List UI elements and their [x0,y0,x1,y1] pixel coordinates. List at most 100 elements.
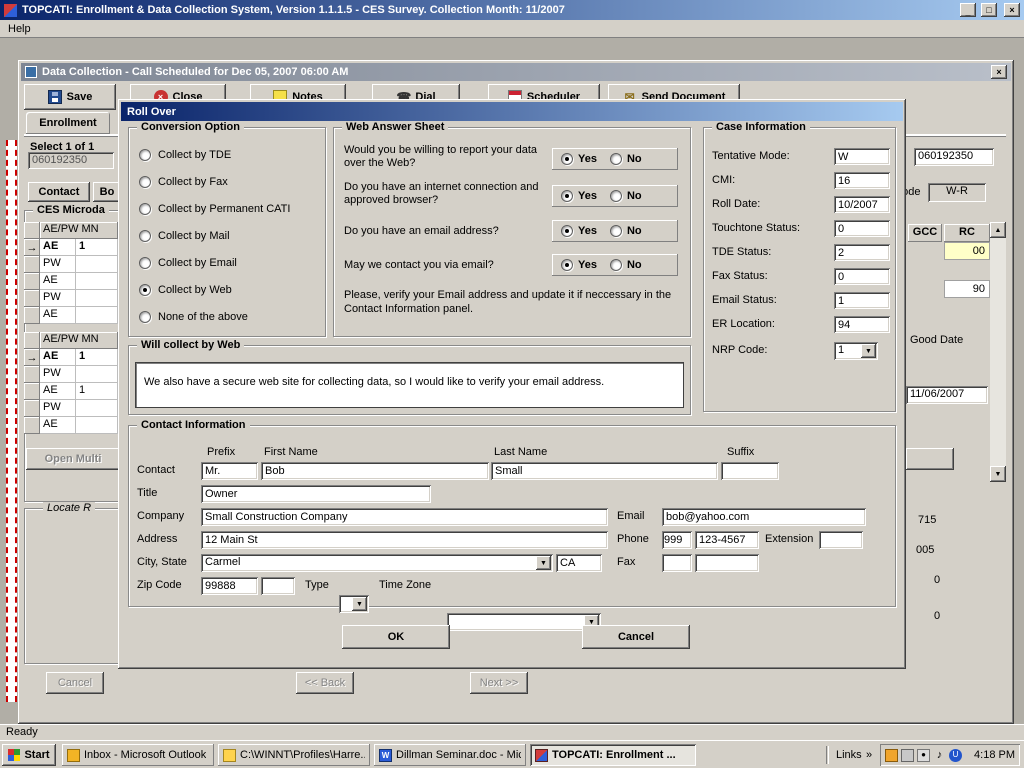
rc-cell-00[interactable]: 00 [944,242,990,260]
chevron-down-icon[interactable]: ▼ [352,597,367,611]
phone-area-input[interactable] [662,531,692,549]
grid-cell[interactable] [76,307,118,324]
grid-cell[interactable]: 1 [76,383,118,400]
tde-status-input[interactable] [834,244,890,261]
grid-cell[interactable]: AE [40,239,76,256]
grid-cell[interactable]: 1 [76,239,118,256]
contact-tab-button[interactable]: Contact [28,182,90,202]
city-select[interactable]: Carmel ▼ [201,554,553,572]
fax-number-input[interactable] [695,554,759,572]
row-selector[interactable] [24,290,40,307]
row-selector[interactable] [24,383,40,400]
child-close-button[interactable]: × [991,65,1007,79]
grid-cell[interactable]: 1 [76,349,118,366]
minimize-button[interactable]: _ [960,3,976,17]
table-row[interactable]: AE [24,307,118,324]
grid-cell[interactable]: AE [40,307,76,324]
grid-cell[interactable] [76,366,118,383]
taskbar-item-word[interactable]: W Dillman Seminar.doc - Mic... [374,744,526,766]
lock-icon[interactable]: ● [917,749,930,762]
roll-date-input[interactable] [834,196,890,213]
cancel-button[interactable]: Cancel [582,625,690,649]
chevron-down-icon[interactable]: ▼ [536,556,551,570]
grid-cell[interactable]: PW [40,256,76,273]
extension-input[interactable] [819,531,863,549]
radio-collect-fax[interactable]: Collect by Fax [139,175,228,189]
phone-number-input[interactable] [695,531,759,549]
chevron-down-icon[interactable]: ▼ [861,344,876,358]
maximize-button[interactable]: □ [981,3,997,17]
row-selector[interactable] [24,307,40,324]
email-status-input[interactable] [834,292,890,309]
row-selector[interactable] [24,366,40,383]
q2-yes-radio[interactable] [561,190,573,202]
radio-none-of-the-above[interactable]: None of the above [139,310,248,324]
q3-no-radio[interactable] [610,225,622,237]
cmi-input[interactable] [834,172,890,189]
taskbar-item-outlook[interactable]: Inbox - Microsoft Outlook [62,744,214,766]
back-button[interactable]: << Back [296,672,354,694]
table-row[interactable]: PW [24,290,118,307]
radio-collect-tde[interactable]: Collect by TDE [139,148,231,162]
q1-yes-radio[interactable] [561,153,573,165]
table-row[interactable]: AE 1 [24,383,118,400]
taskbar-item-explorer[interactable]: C:\WINNT\Profiles\Harre... [218,744,370,766]
state-input[interactable] [556,554,602,572]
ok-button[interactable]: OK [342,625,450,649]
table-row[interactable]: AE [24,273,118,290]
grid-cell[interactable]: AE [40,349,76,366]
q3-yes-radio[interactable] [561,225,573,237]
zip-code-input[interactable] [201,577,258,595]
volume-icon[interactable]: ♪ [933,749,946,762]
grid-cell[interactable] [76,273,118,290]
q4-yes-radio[interactable] [561,259,573,271]
messenger-icon[interactable]: U [949,749,962,762]
table-row[interactable]: PW [24,256,118,273]
radio-collect-permanent-cati[interactable]: Collect by Permanent CATI [139,202,290,216]
grid-cell[interactable] [76,417,118,434]
company-input[interactable] [201,508,608,526]
open-multi-button[interactable]: Open Multi [26,448,120,470]
grid-cell[interactable]: AE [40,383,76,400]
grid-cell[interactable]: AE [40,273,76,290]
row-selector[interactable] [24,273,40,290]
grid-cell[interactable]: PW [40,400,76,417]
tentative-mode-input[interactable] [834,148,890,165]
prefix-input[interactable] [201,462,258,480]
type-select[interactable]: ▼ [339,595,369,613]
reminder-icon[interactable] [885,749,898,762]
links-toolbar[interactable]: Links [836,749,862,761]
grid-cell[interactable] [76,400,118,417]
chevron-icon[interactable]: » [866,749,872,761]
row-selector[interactable] [24,417,40,434]
time-zone-select[interactable]: ▼ [447,613,601,631]
q2-no-radio[interactable] [610,190,622,202]
first-name-input[interactable] [261,462,489,480]
menu-help[interactable]: Help [8,23,31,35]
zip-plus4-input[interactable] [261,577,295,595]
radio-collect-mail[interactable]: Collect by Mail [139,229,230,243]
scrollbar[interactable]: ▲ ▼ [990,222,1006,482]
email-input[interactable] [662,508,866,526]
grid-cell[interactable]: PW [40,366,76,383]
grid-cell[interactable]: AE [40,417,76,434]
q4-no-radio[interactable] [610,259,622,271]
partial-right-button[interactable] [906,448,954,470]
table-row[interactable]: → AE 1 [24,239,118,256]
grid-cell[interactable] [76,256,118,273]
start-button[interactable]: Start [2,744,56,766]
scroll-down-icon[interactable]: ▼ [990,466,1006,482]
q1-no-radio[interactable] [610,153,622,165]
cancel-nav-button[interactable]: Cancel [46,672,104,694]
title-input[interactable] [201,485,431,503]
table-row[interactable]: PW [24,400,118,417]
display-icon[interactable] [901,749,914,762]
radio-collect-email[interactable]: Collect by Email [139,256,237,270]
row-selector[interactable] [24,332,40,349]
partial-tab-button[interactable]: Bo [93,182,121,202]
address-input[interactable] [201,531,608,549]
save-button[interactable]: Save [24,84,116,110]
er-location-input[interactable] [834,316,890,333]
nrp-code-select[interactable]: 1 ▼ [834,342,878,360]
touchtone-status-input[interactable] [834,220,890,237]
